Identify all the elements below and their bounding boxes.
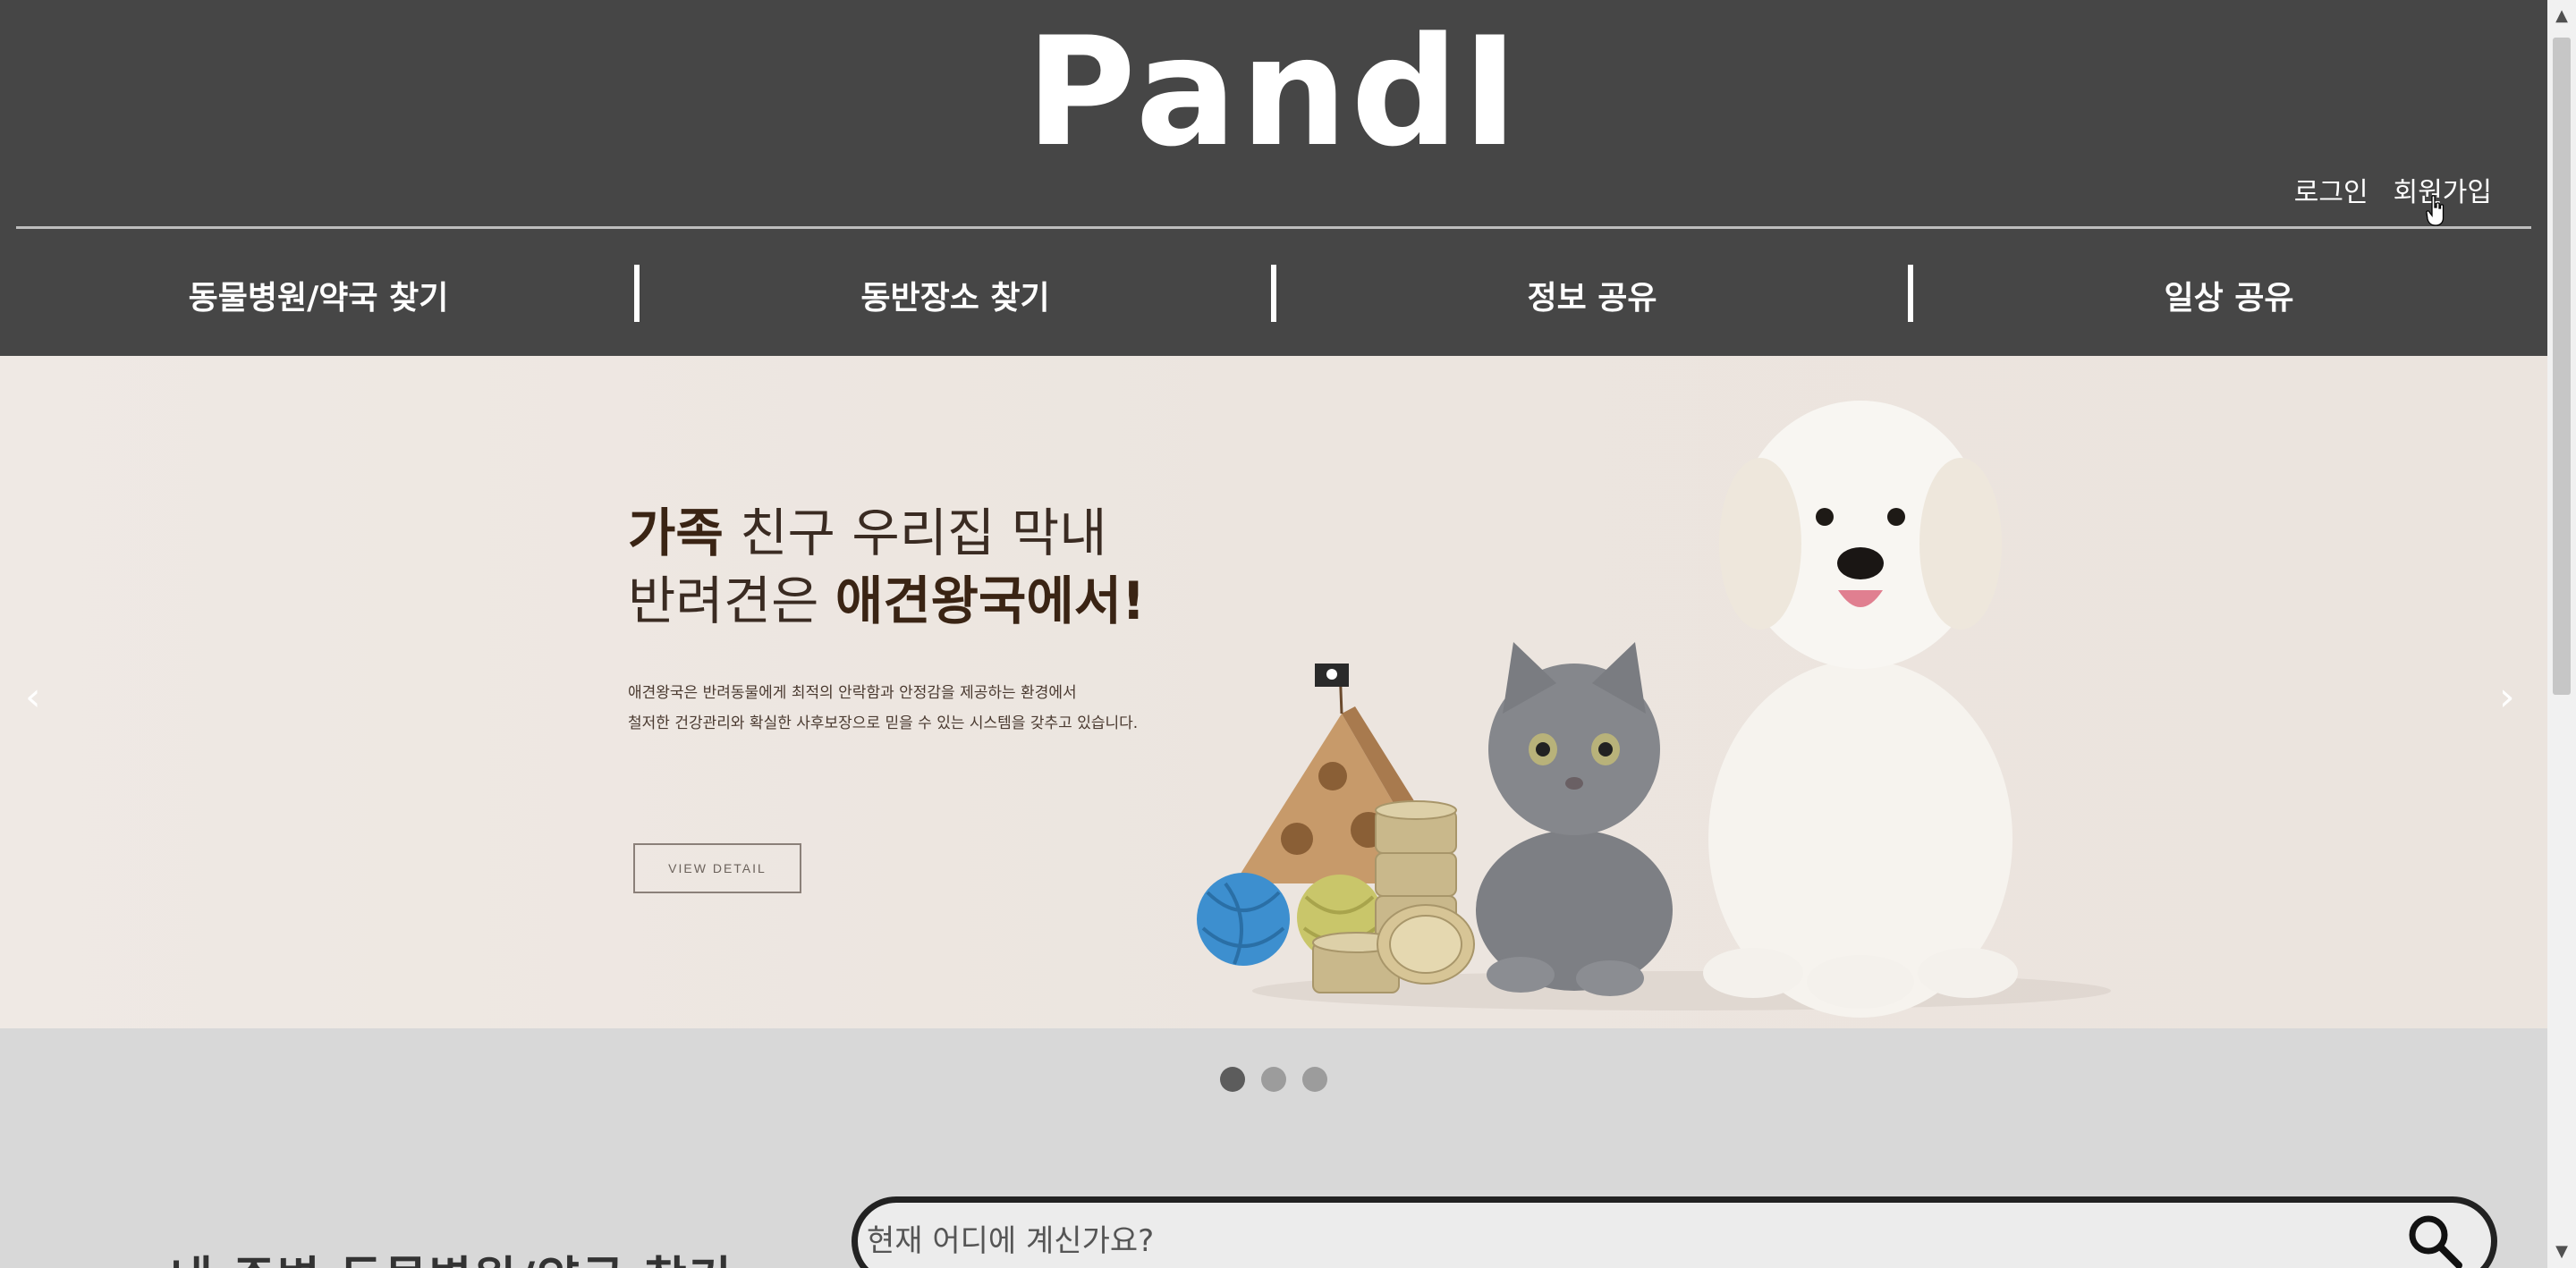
- hero-pets-image: [1197, 401, 2111, 1018]
- carousel-dot-2[interactable]: [1261, 1067, 1286, 1092]
- auth-links: 로그인 회원가입: [2294, 170, 2492, 209]
- page-scrollbar[interactable]: ▲ ▼: [2547, 0, 2576, 1268]
- carousel-indicators: [0, 1067, 2547, 1092]
- nav-item-label: 정보 공유: [1527, 280, 1657, 317]
- nav-item-companion-places[interactable]: 동반장소 찾기: [634, 259, 1274, 331]
- nav-item-daily-share[interactable]: 일상 공유: [1908, 259, 2547, 331]
- header-divider: [16, 226, 2531, 229]
- nav-item-label: 일상 공유: [2164, 280, 2294, 317]
- carousel-dot-1[interactable]: [1220, 1067, 1245, 1092]
- nav-divider: [634, 265, 640, 322]
- main-nav: 동물병원/약국 찾기 동반장소 찾기 정보 공유 일상 공유: [0, 259, 2547, 331]
- nav-item-label: 동반장소 찾기: [860, 280, 1050, 317]
- location-search-input[interactable]: [858, 1203, 2378, 1268]
- hand-cursor-icon: [2426, 195, 2445, 226]
- search-section-heading: 내 주변 동물병원/약국 찾기: [170, 1241, 733, 1268]
- carousel-dot-3[interactable]: [1302, 1067, 1327, 1092]
- hero-description: 애견왕국은 반려동물에게 최적의 안락함과 안정감을 제공하는 환경에서 철저한…: [628, 678, 1138, 739]
- login-link[interactable]: 로그인: [2294, 170, 2368, 209]
- chevron-left-icon[interactable]: ‹: [25, 678, 41, 717]
- nav-divider: [1908, 265, 1913, 322]
- scroll-up-arrow-icon[interactable]: ▲: [2547, 0, 2576, 32]
- page: PandI 로그인 회원가입 동물병원/약국 찾기 동반장소 찾기 정보 공유: [0, 0, 2547, 1268]
- hero-carousel: ‹ › 가족 친구 우리집 막내 반려견은 애견왕국에서! 애견왕국은 반려동물…: [0, 356, 2547, 1028]
- location-search-bar: [852, 1196, 2497, 1268]
- hero-title-line-1: 가족 친구 우리집 막내: [628, 503, 1107, 563]
- nav-item-label: 동물병원/약국 찾기: [188, 280, 449, 317]
- hero-title-line-2: 반려견은 애견왕국에서!: [628, 571, 1146, 631]
- view-detail-button[interactable]: VIEW DETAIL: [633, 843, 801, 893]
- site-header: PandI 로그인 회원가입 동물병원/약국 찾기 동반장소 찾기 정보 공유: [0, 0, 2547, 356]
- site-logo[interactable]: PandI: [0, 16, 2547, 168]
- scroll-down-arrow-icon[interactable]: ▼: [2547, 1236, 2576, 1268]
- hero-desc-line-1: 애견왕국은 반려동물에게 최적의 안락함과 안정감을 제공하는 환경에서: [628, 684, 1077, 702]
- scrollbar-thumb[interactable]: [2553, 38, 2571, 695]
- chevron-right-icon[interactable]: ›: [2499, 678, 2515, 717]
- nav-divider: [1271, 265, 1276, 322]
- hero-desc-line-2: 철저한 건강관리와 확실한 사후보장으로 믿을 수 있는 시스템을 갖추고 있습…: [628, 714, 1139, 732]
- kitten: [1476, 642, 1673, 996]
- search-icon[interactable]: [2405, 1212, 2464, 1268]
- nav-item-info-share[interactable]: 정보 공유: [1271, 259, 1911, 331]
- puppy: [1703, 401, 2018, 1018]
- nav-item-hospital-pharmacy[interactable]: 동물병원/약국 찾기: [0, 259, 637, 331]
- hero-title: 가족 친구 우리집 막내 반려견은 애견왕국에서!: [628, 499, 1146, 635]
